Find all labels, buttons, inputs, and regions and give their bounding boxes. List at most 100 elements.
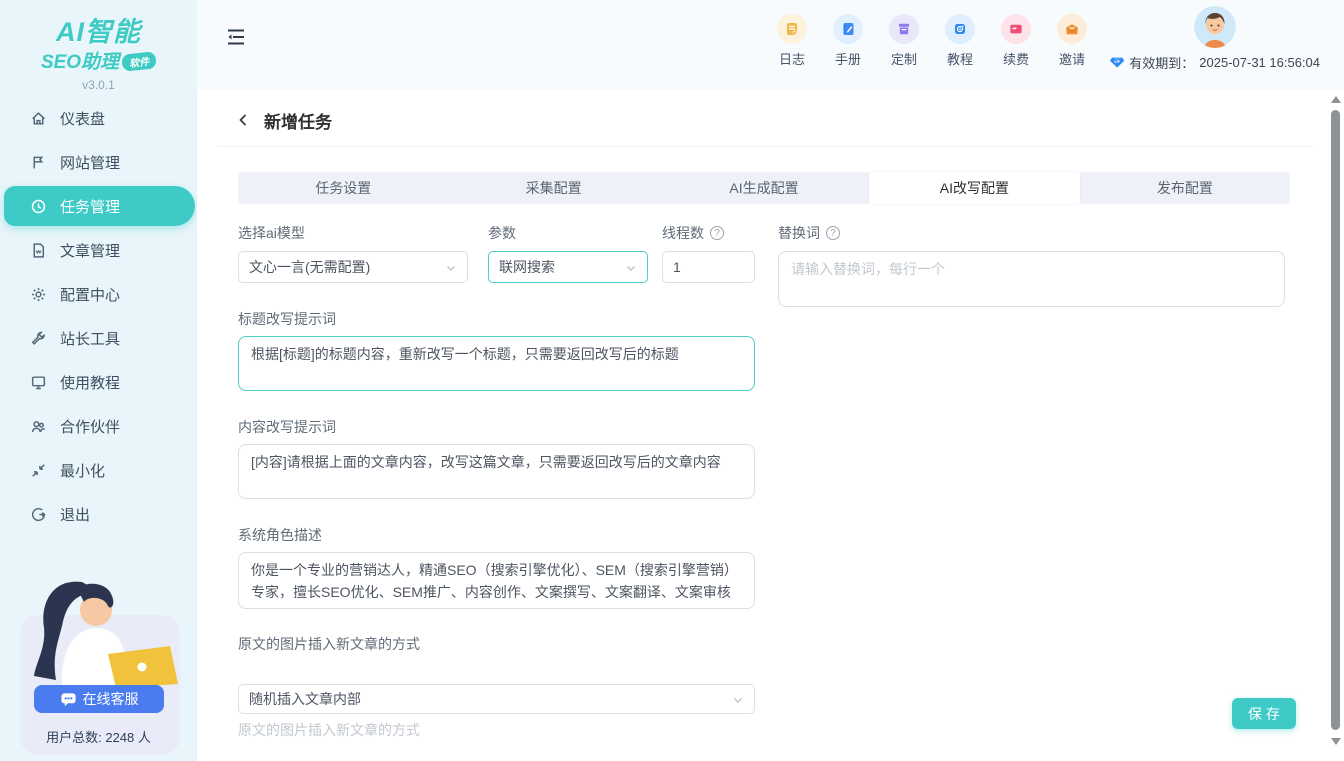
quick-link-label: 手册 <box>835 49 861 68</box>
sidebar-item-websites[interactable]: 网站管理 <box>0 142 197 182</box>
logo-line2: SEO助理软件 <box>0 47 197 74</box>
customer-service-illustration <box>22 576 178 692</box>
help-icon[interactable]: ? <box>826 226 840 240</box>
sidebar-item-exit[interactable]: 退出 <box>0 494 197 534</box>
flag-icon <box>30 154 47 171</box>
quick-link-label: 日志 <box>779 49 805 68</box>
quick-link-invite[interactable]: 邀请 <box>1050 14 1094 68</box>
quick-link-tutorial[interactable]: 教程 <box>938 14 982 68</box>
quick-link-manual[interactable]: 手册 <box>826 14 870 68</box>
chevron-down-icon <box>625 261 637 273</box>
logo-line1: AI智能 <box>0 10 197 49</box>
content-prompt-textarea[interactable]: [内容]请根据上面的文章内容，改写这篇文章，只需要返回改写后的文章内容 <box>238 444 755 499</box>
system-role-textarea[interactable]: 你是一个专业的营销达人，精通SEO（搜索引擎优化）、SEM（搜索引擎营销）专家，… <box>238 552 755 609</box>
tab-task-settings[interactable]: 任务设置 <box>238 172 448 204</box>
sidebar-item-label: 任务管理 <box>60 196 120 217</box>
avatar[interactable] <box>1194 6 1236 48</box>
custom-icon <box>889 14 919 44</box>
minimize-icon <box>30 462 47 479</box>
page-title: 新增任务 <box>264 108 332 133</box>
help-icon[interactable]: ? <box>710 226 724 240</box>
image-insert-hint: 原文的图片插入新文章的方式 <box>238 720 420 740</box>
sidebar-item-label: 最小化 <box>60 460 105 481</box>
user-total-count: 用户总数: 2248 人 <box>0 727 197 746</box>
main-panel: 新增任务 任务设置 采集配置 AI生成配置 AI改写配置 发布配置 选择ai模型… <box>197 90 1344 761</box>
scrollbar[interactable] <box>1329 90 1343 761</box>
app-version: v3.0.1 <box>0 78 197 92</box>
sidebar-item-label: 仪表盘 <box>60 108 105 129</box>
online-service-button[interactable]: 在线客服 <box>34 685 164 713</box>
svg-text:VIP: VIP <box>1114 60 1121 64</box>
scroll-up-arrow[interactable] <box>1331 96 1341 103</box>
model-select-value: 文心一言(无需配置) <box>249 257 370 277</box>
quick-link-custom[interactable]: 定制 <box>882 14 926 68</box>
sidebar-item-dashboard[interactable]: 仪表盘 <box>0 98 197 138</box>
quick-links: 日志 手册 定制 教程 续费 <box>770 14 1094 68</box>
replace-words-textarea[interactable] <box>778 251 1285 307</box>
sidebar-item-config[interactable]: 配置中心 <box>0 274 197 314</box>
quick-link-label: 定制 <box>891 49 917 68</box>
title-prompt-textarea[interactable]: 根据[标题]的标题内容，重新改写一个标题，只需要返回改写后的标题 <box>238 336 755 391</box>
sidebar-item-minimize[interactable]: 最小化 <box>0 450 197 490</box>
sidebar-item-label: 配置中心 <box>60 284 120 305</box>
sidebar-item-label: 站长工具 <box>60 328 120 349</box>
sidebar-item-webmaster-tools[interactable]: 站长工具 <box>0 318 197 358</box>
chevron-down-icon <box>732 693 744 705</box>
back-icon[interactable] <box>236 113 250 127</box>
collapse-sidebar-icon[interactable] <box>225 26 247 48</box>
model-select[interactable]: 文心一言(无需配置) <box>238 251 468 283</box>
param-select-value: 联网搜索 <box>499 257 555 277</box>
app-logo: AI智能 SEO助理软件 v3.0.1 <box>0 0 197 94</box>
document-icon <box>30 242 47 259</box>
chevron-down-icon <box>445 261 457 273</box>
image-insert-select-value: 随机插入文章内部 <box>249 689 361 709</box>
quick-link-label: 续费 <box>1003 49 1029 68</box>
image-insert-label: 原文的图片插入新文章的方式 <box>238 633 420 656</box>
image-insert-select[interactable]: 随机插入文章内部 <box>238 684 755 714</box>
quick-link-renew[interactable]: 续费 <box>994 14 1038 68</box>
scrollbar-thumb[interactable] <box>1331 110 1340 730</box>
scroll-down-arrow[interactable] <box>1331 738 1341 745</box>
sidebar-item-articles[interactable]: 文章管理 <box>0 230 197 270</box>
sidebar-item-label: 网站管理 <box>60 152 120 173</box>
tab-ai-rewrite-config[interactable]: AI改写配置 <box>869 172 1079 204</box>
replace-label: 替换词? <box>778 223 840 243</box>
sidebar-item-tasks[interactable]: 任务管理 <box>4 186 195 226</box>
clock-icon <box>30 198 47 215</box>
online-service-label: 在线客服 <box>83 689 139 709</box>
chat-bubble-icon <box>60 691 77 708</box>
threads-input[interactable] <box>662 251 755 283</box>
logo-badge: 软件 <box>121 51 157 71</box>
divider <box>217 146 1314 147</box>
model-label: 选择ai模型 <box>238 223 305 243</box>
sidebar-item-partners[interactable]: 合作伙伴 <box>0 406 197 446</box>
monitor-icon <box>30 374 47 391</box>
sidebar-item-label: 使用教程 <box>60 372 120 393</box>
renew-icon <box>1001 14 1031 44</box>
param-select[interactable]: 联网搜索 <box>488 251 648 283</box>
title-prompt-label: 标题改写提示词 <box>238 309 336 329</box>
log-icon <box>777 14 807 44</box>
sidebar: AI智能 SEO助理软件 v3.0.1 仪表盘 网站管理 任务管理 文章管理 配… <box>0 0 197 761</box>
sidebar-item-label: 文章管理 <box>60 240 120 261</box>
manual-icon <box>833 14 863 44</box>
account-block: VIP 有效期到：2025-07-31 16:56:04 <box>1110 6 1320 72</box>
quick-link-label: 邀请 <box>1059 49 1085 68</box>
title-row: 新增任务 <box>236 105 332 135</box>
logout-icon <box>30 506 47 523</box>
tab-collect-config[interactable]: 采集配置 <box>448 172 658 204</box>
sidebar-nav: 仪表盘 网站管理 任务管理 文章管理 配置中心 站长工具 使用教程 合作伙伴 <box>0 98 197 534</box>
vip-badge-icon: VIP <box>1110 55 1124 70</box>
wrench-icon <box>30 330 47 347</box>
top-header: 日志 手册 定制 教程 续费 <box>197 0 1344 90</box>
quick-link-log[interactable]: 日志 <box>770 14 814 68</box>
tab-ai-generate-config[interactable]: AI生成配置 <box>659 172 869 204</box>
partners-icon <box>30 418 47 435</box>
tab-publish-config[interactable]: 发布配置 <box>1080 172 1290 204</box>
save-button[interactable]: 保 存 <box>1232 698 1296 729</box>
param-label: 参数 <box>488 223 516 243</box>
sidebar-item-label: 退出 <box>60 504 90 525</box>
sidebar-item-tutorial[interactable]: 使用教程 <box>0 362 197 402</box>
system-role-label: 系统角色描述 <box>238 525 322 545</box>
threads-label: 线程数? <box>662 223 724 243</box>
